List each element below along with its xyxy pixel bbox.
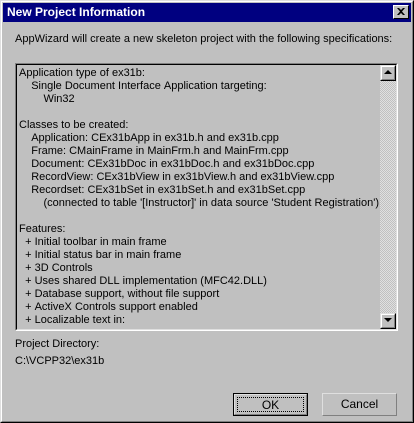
spec-line: [19, 210, 379, 223]
intro-text: AppWizard will create a new skeleton pro…: [15, 33, 393, 45]
spec-line: + Initial toolbar in main frame: [19, 236, 167, 248]
spec-line: + Localizable text in:: [19, 314, 126, 326]
project-directory-value: C:\VCPP32\ex31b: [15, 355, 105, 367]
spec-line: Application type of ex31b:: [19, 67, 145, 79]
spec-line: Win32: [19, 93, 75, 105]
spec-line: Recordset: CEx31bSet in ex31bSet.h and e…: [19, 184, 306, 196]
spec-line: Classes to be created:: [19, 119, 129, 131]
vertical-scrollbar[interactable]: [380, 65, 396, 329]
new-project-information-dialog: New Project Information AppWizard will c…: [0, 0, 414, 423]
spec-line: Frame: CMainFrame in MainFrm.h and MainF…: [19, 145, 289, 157]
cancel-button[interactable]: Cancel: [322, 393, 397, 416]
ok-button-label: OK: [261, 398, 280, 412]
spec-line: [19, 106, 379, 119]
ok-button[interactable]: OK: [233, 393, 308, 416]
title-bar[interactable]: New Project Information: [3, 3, 411, 22]
spec-line: Document: CEx31bDoc in ex31bDoc.h and ex…: [19, 158, 315, 170]
arrow-down-icon: [384, 318, 392, 322]
specifications-text: Application type of ex31b: Single Docume…: [19, 67, 379, 327]
project-directory-label: Project Directory:: [15, 338, 100, 350]
spec-line: + Database support, without file support: [19, 288, 220, 300]
spec-line: + 3D Controls: [19, 262, 93, 274]
spec-line: RecordView: CEx31bView in ex31bView.h an…: [19, 171, 335, 183]
spec-line: Single Document Interface Application ta…: [19, 80, 267, 92]
scroll-down-button[interactable]: [380, 313, 396, 329]
close-button[interactable]: [393, 5, 409, 19]
arrow-up-icon: [384, 70, 392, 74]
window-title: New Project Information: [7, 5, 146, 19]
spec-line: Application: CEx31bApp in ex31b.h and ex…: [19, 132, 279, 144]
spec-line: + Initial status bar in main frame: [19, 249, 182, 261]
spec-line: + ActiveX Controls support enabled: [19, 301, 198, 313]
spec-line: + Uses shared DLL implementation (MFC42.…: [19, 275, 267, 287]
close-icon: [397, 8, 405, 15]
scroll-up-button[interactable]: [380, 65, 396, 81]
spec-line: (connected to table '[Instructor]' in da…: [19, 197, 379, 209]
cancel-button-label: Cancel: [340, 397, 379, 411]
spec-line: Features:: [19, 223, 66, 235]
specifications-textbox[interactable]: Application type of ex31b: Single Docume…: [15, 63, 398, 331]
